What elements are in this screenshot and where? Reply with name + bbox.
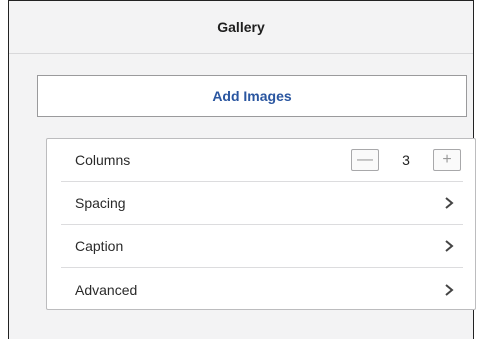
columns-label: Columns [75,152,131,168]
add-images-button[interactable]: Add Images [37,75,467,117]
chevron-right-icon [443,283,455,296]
panel-title: Gallery [9,1,473,54]
columns-value: 3 [402,152,410,168]
settings-row-label: Spacing [75,195,126,211]
gallery-panel: Gallery Add Images Columns — 3 + Spacing… [8,0,476,339]
settings-row-spacing[interactable]: Spacing [61,182,463,225]
settings-row-label: Advanced [75,281,138,298]
settings-row-caption[interactable]: Caption [61,225,463,268]
settings-row-advanced[interactable]: Advanced [61,268,463,311]
columns-stepper: — 3 + [351,149,461,171]
settings-row-label: Caption [75,238,124,254]
minus-icon: — [357,151,373,168]
plus-icon: + [442,151,452,168]
chevron-right-icon [443,240,455,252]
columns-row: Columns — 3 + [61,139,463,182]
decrement-button[interactable]: — [351,149,379,171]
chevron-right-icon [443,197,455,209]
increment-button[interactable]: + [433,149,461,171]
gallery-settings-card: Columns — 3 + Spacing Caption Advanced [46,138,476,310]
